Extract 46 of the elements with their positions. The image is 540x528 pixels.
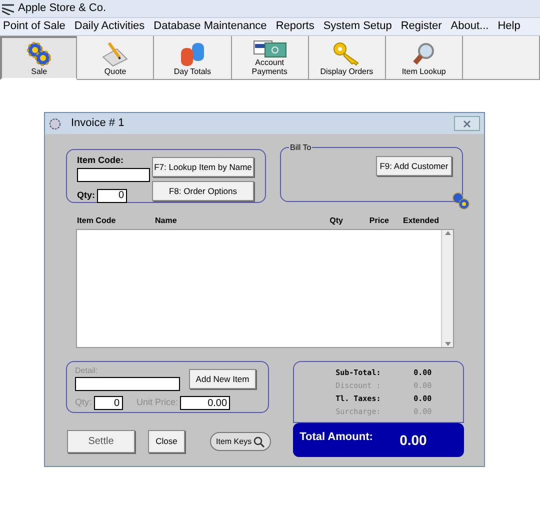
menu-item[interactable]: Daily Activities [74,18,145,35]
up-arrow-icon [444,230,450,236]
total-label: Total Amount: [300,430,374,445]
close-button[interactable] [454,116,480,131]
order-options-button[interactable]: F8: Order Options [152,181,254,201]
close-button[interactable]: Close [148,430,185,453]
magnifier-icon [410,40,437,66]
toolbar-button[interactable]: Day Totals [154,36,232,80]
toolbar-button[interactable]: Display Orders [308,36,386,80]
down-arrow-icon [444,341,450,347]
qty-label: Qty: [77,188,95,202]
qty-label: Qty: [75,396,92,410]
menu-item[interactable]: About... [450,18,489,35]
close-icon [463,120,471,128]
add-customer-button[interactable]: F9: Add Customer [376,156,452,176]
lookup-button[interactable]: F7: Lookup Item by Name [152,157,254,177]
toolbar-button[interactable]: Account Payments [232,36,309,80]
pencil-on-paper-icon [101,40,130,66]
menu-item[interactable]: Point of Sale [3,18,66,35]
column-header: Item Code [77,215,117,225]
toolbar-button[interactable]: Quote [77,36,154,80]
dialog-title: Invoice # 1 [71,116,126,132]
menu-item[interactable]: Help [498,18,520,35]
item-code-field[interactable] [77,168,150,182]
column-header: Price [368,215,389,225]
total-value: 0.00 [400,430,427,450]
app-icon [2,2,14,14]
menu-item[interactable]: Register [400,18,442,35]
unit-price-label: Unit Price: [136,396,178,410]
cards-icon [252,40,287,58]
qty-field[interactable]: 0 [97,188,127,202]
toolbar-button[interactable]: Sale [0,36,78,80]
scrollbar[interactable] [441,230,453,347]
toolbar-button[interactable]: Item Lookup [386,36,463,80]
search-icon [252,436,265,448]
menu-item[interactable]: Reports [276,18,314,35]
column-header: Qty [328,215,343,225]
window-title: Apple Store & Co. [18,1,106,16]
item-keys-button[interactable]: Item Keys [210,432,271,451]
menu-item[interactable]: System Setup [323,18,392,35]
column-header: Extended [402,215,439,225]
column-header: Name [155,215,178,225]
detail-label: Detail: [75,365,99,377]
cylinders-icon [178,40,206,66]
item-code-label: Item Code: [77,154,125,167]
menu-item[interactable]: Database Maintenance [154,18,267,35]
